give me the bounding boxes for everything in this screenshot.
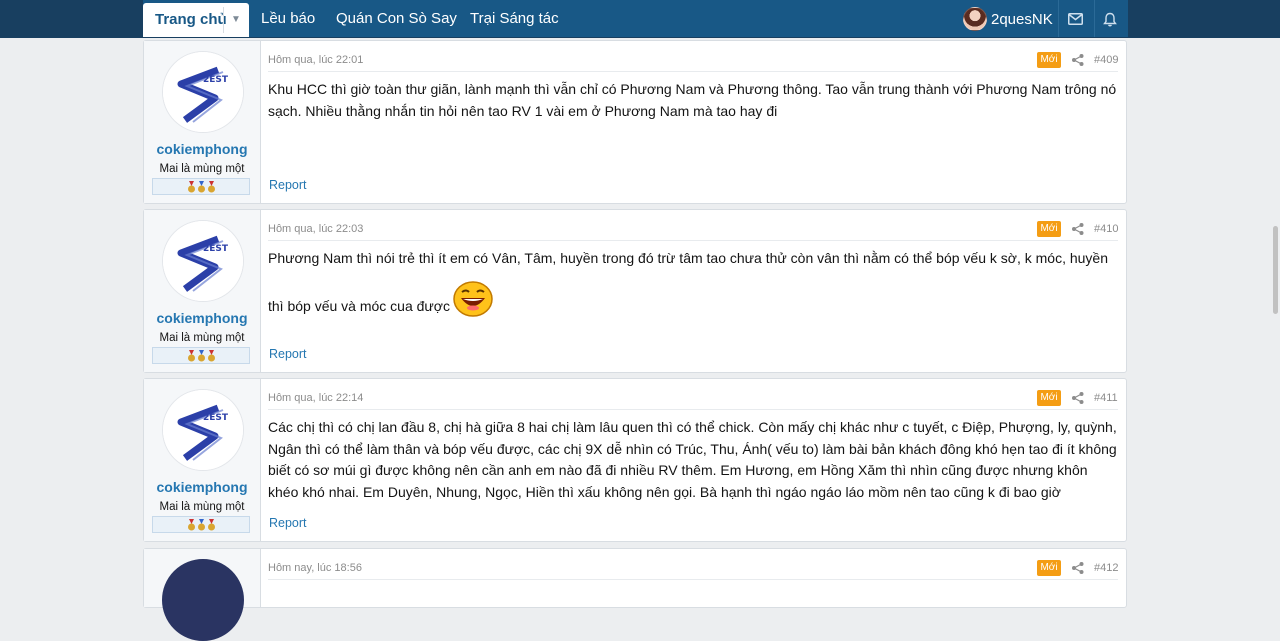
medal-icon [207, 349, 215, 361]
user-avatar[interactable]: 2EST [162, 220, 244, 302]
post-number[interactable]: #410 [1094, 223, 1118, 235]
post-timestamp[interactable]: Hôm nay, lúc 18:56 [268, 562, 362, 574]
share-icon[interactable] [1071, 561, 1085, 575]
post-content: Khu HCC thì giờ toàn thư giãn, lành mạnh… [268, 81, 1117, 119]
nav-tab-trai-sang-tac[interactable]: Trại Sáng tác [470, 10, 559, 27]
post-content: Các chị thì có chị lan đầu 8, chị hà giữ… [268, 419, 1117, 500]
report-link[interactable]: Report [269, 347, 307, 361]
medal-icon [197, 349, 205, 361]
user-avatar[interactable] [162, 559, 244, 641]
bell-icon[interactable] [1098, 8, 1122, 30]
post-user-column: 2EST cokiemphong Mai là mùng một [144, 41, 261, 203]
new-badge: Mới [1037, 390, 1061, 406]
post-timestamp[interactable]: Hôm qua, lúc 22:14 [268, 392, 363, 404]
medal-icon [207, 180, 215, 192]
post-412: Hôm nay, lúc 18:56 Mới #412 [143, 548, 1127, 641]
nav-tab-home[interactable]: Trang chủ ▼ [143, 3, 249, 37]
post-411: 2EST cokiemphong Mai là mùng một Hôm qua… [143, 378, 1127, 542]
nav-divider [1058, 0, 1059, 37]
report-link[interactable]: Report [269, 178, 307, 192]
post-number[interactable]: #412 [1094, 562, 1118, 574]
nav-home-label: Trang chủ [155, 11, 227, 28]
post-user-column: 2EST cokiemphong Mai là mùng một [144, 210, 261, 372]
user-title: Mai là mùng một [159, 163, 245, 175]
medal-icon [207, 518, 215, 530]
post-410: 2EST cokiemphong Mai là mùng một Hôm qua… [143, 209, 1127, 373]
trophy-badges [152, 178, 250, 195]
svg-text:2EST: 2EST [203, 244, 229, 254]
nav-tab-leu-bao[interactable]: Lều báo [261, 10, 315, 27]
nav-container: Trang chủ ▼ Lều báo Quán Con Sò Say Trại… [143, 0, 1128, 37]
nav-tab-quan-con-so-say[interactable]: Quán Con Sò Say [336, 10, 457, 27]
svg-text:2EST: 2EST [203, 413, 229, 423]
post-header-divider [268, 71, 1118, 72]
username: 2quesNK [991, 10, 1053, 28]
inbox-icon[interactable] [1063, 8, 1087, 30]
user-avatar[interactable]: 2EST [162, 51, 244, 133]
trophy-badges [152, 347, 250, 364]
post-content-line: Phương Nam thì nói trẻ thì ít em có Vân,… [268, 250, 1109, 266]
post-content: Phương Nam thì nói trẻ thì ít em có Vân,… [268, 248, 1118, 318]
user-menu[interactable]: 2quesNK [963, 5, 1053, 33]
post-number[interactable]: #411 [1094, 392, 1118, 404]
new-badge: Mới [1037, 221, 1061, 237]
trophy-badges [152, 516, 250, 533]
post-username[interactable]: cokiemphong [144, 310, 260, 326]
avatar [963, 7, 987, 31]
chevron-down-icon[interactable]: ▼ [223, 7, 248, 33]
top-navigation-bar: Trang chủ ▼ Lều báo Quán Con Sò Say Trại… [0, 0, 1280, 38]
post-header-divider [268, 409, 1118, 410]
new-badge: Mới [1037, 52, 1061, 68]
post-header-divider [268, 579, 1118, 580]
post-number[interactable]: #409 [1094, 54, 1118, 66]
nav-divider [1094, 0, 1095, 37]
medal-icon [187, 349, 195, 361]
share-icon[interactable] [1071, 53, 1085, 67]
user-avatar[interactable]: 2EST [162, 389, 244, 471]
user-title: Mai là mùng một [159, 332, 245, 344]
medal-icon [197, 180, 205, 192]
user-title: Mai là mùng một [159, 501, 245, 513]
post-content-line: thì bóp vếu và móc cua được [268, 298, 450, 314]
post-header-divider [268, 240, 1118, 241]
svg-text:2EST: 2EST [203, 75, 229, 85]
page-scrollbar[interactable] [1273, 226, 1278, 314]
medal-icon [187, 518, 195, 530]
post-username[interactable]: cokiemphong [144, 479, 260, 495]
share-icon[interactable] [1071, 391, 1085, 405]
new-badge: Mới [1037, 560, 1061, 576]
share-icon[interactable] [1071, 222, 1085, 236]
post-username[interactable]: cokiemphong [144, 141, 260, 157]
post-timestamp[interactable]: Hôm qua, lúc 22:01 [268, 54, 363, 66]
laughing-smiley-icon [453, 280, 493, 317]
medal-icon [187, 180, 195, 192]
medal-icon [197, 518, 205, 530]
post-user-column [144, 549, 261, 641]
post-timestamp[interactable]: Hôm qua, lúc 22:03 [268, 223, 363, 235]
post-user-column: 2EST cokiemphong Mai là mùng một [144, 379, 261, 541]
post-content-line-wrap: thì bóp vếu và móc cua được [268, 280, 1118, 318]
post-409: 2EST cokiemphong Mai là mùng một Hôm qua… [143, 40, 1127, 204]
report-link[interactable]: Report [269, 516, 307, 530]
